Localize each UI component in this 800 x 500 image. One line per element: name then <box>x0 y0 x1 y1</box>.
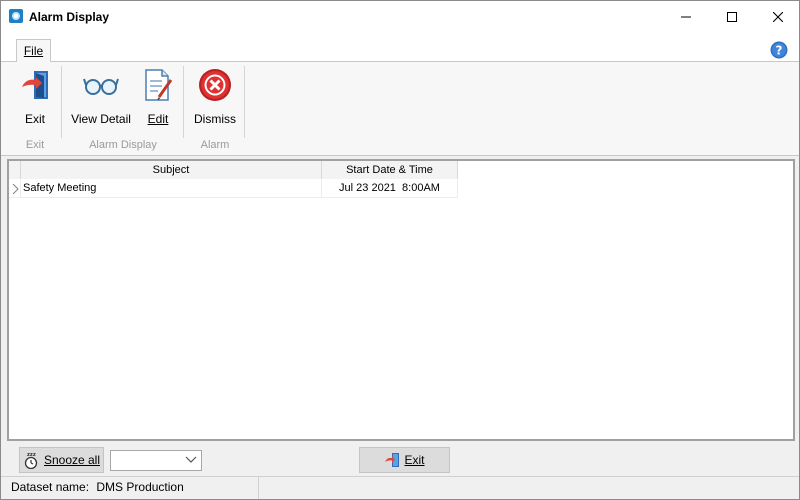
bottom-panel: zzz Snooze all Exit <box>1 444 799 476</box>
view-detail-button[interactable]: View Detail <box>69 66 133 128</box>
help-icon[interactable]: ? <box>770 41 788 59</box>
group-label-alarm-display: Alarm Display <box>89 139 157 151</box>
edit-button[interactable]: Edit <box>139 66 177 128</box>
group-label-exit: Exit <box>25 139 45 151</box>
exit-ribbon-label: Exit <box>24 112 45 126</box>
svg-text:?: ? <box>776 44 783 58</box>
status-dataset: Dataset name: DMS Production <box>1 477 259 499</box>
tab-file[interactable]: File <box>16 39 51 63</box>
exit-ribbon-button[interactable]: Exit <box>15 66 55 128</box>
snooze-clock-icon: zzz <box>23 451 39 469</box>
cell-start[interactable]: Jul 23 2021 8:00AM <box>322 180 458 197</box>
snooze-duration-select[interactable] <box>110 450 202 471</box>
edit-label: Edit <box>147 112 169 126</box>
row-pointer-icon <box>12 184 19 194</box>
view-detail-label: View Detail <box>71 112 131 126</box>
chevron-down-icon <box>185 456 197 463</box>
tab-file-label: File <box>23 44 44 58</box>
maximize-button[interactable] <box>709 1 755 33</box>
status-bar: Dataset name: DMS Production <box>1 476 799 499</box>
alarm-grid: Subject Start Date & Time Safety Meeting… <box>7 159 795 441</box>
title-bar: Alarm Display <box>1 1 799 33</box>
row-indicator <box>9 180 21 197</box>
alarm-display-window: Alarm Display File ? Exit Exit View Deta… <box>0 0 800 500</box>
dismiss-x-icon <box>197 66 233 104</box>
cell-subject[interactable]: Safety Meeting <box>21 180 322 197</box>
dataset-value: DMS Production <box>96 480 184 494</box>
ribbon-tab-row: File ? <box>1 33 799 63</box>
exit-door-icon <box>17 66 53 104</box>
exit-door-icon <box>384 452 400 468</box>
column-header-subject[interactable]: Subject <box>21 161 322 179</box>
window-title: Alarm Display <box>29 10 110 24</box>
exit-button[interactable]: Exit <box>359 447 450 473</box>
column-header-start[interactable]: Start Date & Time <box>322 161 458 179</box>
group-separator <box>183 66 184 138</box>
glasses-icon <box>83 66 119 104</box>
minimize-button[interactable] <box>663 1 709 33</box>
app-icon <box>9 9 23 23</box>
dismiss-label: Dismiss <box>194 112 236 126</box>
edit-document-icon <box>140 66 176 104</box>
row-indicator-header <box>9 161 21 179</box>
table-row[interactable]: Safety Meeting Jul 23 2021 8:00AM <box>9 180 458 198</box>
group-separator <box>244 66 245 138</box>
exit-label: Exit <box>404 453 425 467</box>
dismiss-button[interactable]: Dismiss <box>191 66 239 128</box>
grid-header: Subject Start Date & Time <box>9 161 458 179</box>
snooze-all-label: Snooze all <box>43 453 101 467</box>
close-button[interactable] <box>755 1 800 33</box>
snooze-all-button[interactable]: zzz Snooze all <box>19 447 104 473</box>
group-label-alarm: Alarm <box>200 139 230 151</box>
ribbon: Exit Exit View Detail Edit Alarm Display… <box>1 62 799 156</box>
group-separator <box>61 66 62 138</box>
dataset-label: Dataset name: <box>11 480 90 494</box>
